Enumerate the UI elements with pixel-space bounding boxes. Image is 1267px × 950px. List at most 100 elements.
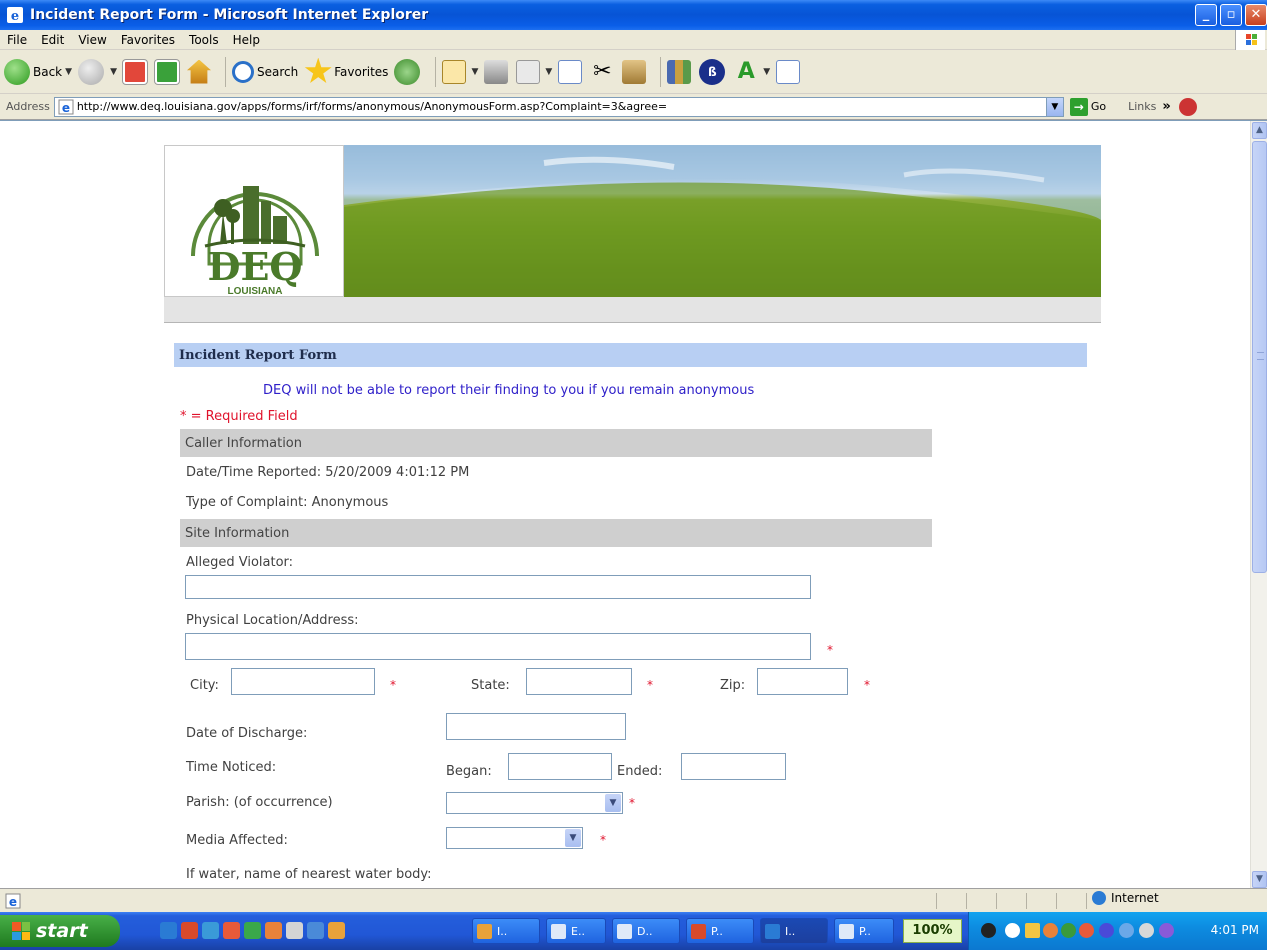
menu-tools[interactable]: Tools: [182, 33, 226, 47]
minimize-button[interactable]: _: [1195, 4, 1217, 26]
go-arrow-icon: →: [1069, 97, 1088, 116]
refresh-button[interactable]: [154, 59, 181, 84]
home-button[interactable]: [186, 59, 213, 84]
state-input[interactable]: [526, 668, 632, 695]
paste-button[interactable]: [622, 59, 648, 84]
tray-app-icon[interactable]: [1061, 923, 1076, 938]
tray-app-icon[interactable]: [1043, 923, 1058, 938]
cut-button[interactable]: ✂: [590, 58, 616, 84]
search-tray-icon[interactable]: [1099, 923, 1114, 938]
quicklaunch-ie-icon[interactable]: [160, 922, 177, 939]
required-star: *: [864, 678, 870, 692]
edit-button[interactable]: ▼: [516, 59, 552, 84]
tray-app-icon[interactable]: [1139, 923, 1154, 938]
menu-favorites[interactable]: Favorites: [114, 33, 182, 47]
clock[interactable]: 4:01 PM: [1211, 923, 1259, 937]
alleged-violator-input[interactable]: [185, 575, 811, 599]
back-dropdown-icon[interactable]: ▼: [65, 67, 72, 77]
volume-icon[interactable]: [1159, 923, 1174, 938]
vertical-scrollbar[interactable]: ▲ ▼: [1250, 121, 1267, 888]
began-label: Began:: [446, 764, 492, 779]
status-divider: [996, 893, 997, 909]
messenger-button[interactable]: [776, 59, 802, 84]
menu-bar: File Edit View Favorites Tools Help: [0, 30, 1267, 50]
taskbar-button[interactable]: P..: [834, 918, 894, 944]
parish-select[interactable]: ▼: [446, 792, 623, 814]
back-label: Back: [33, 64, 63, 79]
scroll-thumb[interactable]: [1252, 141, 1267, 573]
address-dropdown-icon[interactable]: ▼: [1045, 97, 1063, 116]
quicklaunch-app-icon[interactable]: [286, 922, 303, 939]
media-affected-select[interactable]: ▼: [446, 827, 583, 849]
window-title-bar[interactable]: e Incident Report Form - Microsoft Inter…: [0, 0, 1267, 30]
start-button[interactable]: start: [0, 915, 120, 947]
quicklaunch-app-icon[interactable]: [265, 922, 282, 939]
menu-view[interactable]: View: [71, 33, 113, 47]
svg-text:e: e: [9, 895, 17, 909]
favorites-button[interactable]: Favorites: [304, 57, 388, 86]
copy-icon: [558, 59, 583, 84]
quicklaunch-app-icon[interactable]: [202, 922, 219, 939]
search-icon: [231, 60, 254, 83]
history-button[interactable]: [394, 58, 423, 85]
chevron-down-icon[interactable]: ▼: [565, 829, 581, 847]
physical-location-input[interactable]: [185, 633, 811, 660]
mail-tray-icon[interactable]: [1025, 923, 1040, 938]
close-button[interactable]: ✕: [1245, 4, 1267, 26]
forward-dropdown-icon[interactable]: ▼: [110, 67, 117, 77]
menu-edit[interactable]: Edit: [34, 33, 71, 47]
print-button[interactable]: [484, 59, 510, 84]
forward-button[interactable]: ▼: [78, 58, 117, 85]
taskbar-button-label: P..: [711, 924, 723, 938]
toolbar-separator: [660, 56, 662, 87]
quicklaunch-app-icon[interactable]: [328, 922, 345, 939]
zoom-level[interactable]: 100%: [903, 919, 962, 943]
quicklaunch-app-icon[interactable]: [223, 922, 240, 939]
time-began-input[interactable]: [508, 753, 612, 780]
font-dropdown-icon[interactable]: ▼: [763, 67, 770, 77]
chevron-down-icon[interactable]: ▼: [605, 794, 621, 812]
network-icon[interactable]: [1119, 923, 1134, 938]
bluetooth-button[interactable]: ß: [699, 58, 728, 85]
copy-button[interactable]: [558, 59, 584, 84]
taskbar-button[interactable]: E..: [546, 918, 606, 944]
city-input[interactable]: [231, 668, 375, 695]
quicklaunch-app-icon[interactable]: [244, 922, 261, 939]
scroll-up-icon[interactable]: ▲: [1252, 122, 1267, 139]
tray-app-icon[interactable]: [1079, 923, 1094, 938]
translate-icon[interactable]: [1178, 97, 1197, 116]
back-button[interactable]: Back ▼: [4, 58, 72, 85]
scissors-icon: ✂: [593, 58, 612, 84]
form-header: Incident Report Form: [174, 343, 1087, 367]
go-button[interactable]: → Go: [1069, 97, 1106, 116]
taskbar-button[interactable]: I..: [472, 918, 540, 944]
taskbar-button[interactable]: P..: [686, 918, 754, 944]
power-icon[interactable]: [981, 923, 996, 938]
deq-logo[interactable]: DEQ LOUISIANA: [164, 145, 344, 297]
mail-button[interactable]: ▼: [442, 59, 478, 84]
print-icon: [484, 59, 509, 84]
back-tray-icon[interactable]: [1005, 923, 1020, 938]
restore-button[interactable]: ▫: [1220, 4, 1242, 26]
stop-button[interactable]: [122, 59, 149, 84]
research-button[interactable]: [667, 59, 693, 84]
font-button[interactable]: A ▼: [734, 59, 770, 84]
menu-file[interactable]: File: [0, 33, 34, 47]
taskbar-button-active[interactable]: I..: [760, 918, 828, 944]
site-information-section: Site Information: [180, 519, 932, 547]
links-button[interactable]: Links: [1128, 100, 1156, 113]
search-button[interactable]: Search: [231, 60, 298, 83]
scroll-down-icon[interactable]: ▼: [1252, 871, 1267, 888]
quicklaunch-app-icon[interactable]: [307, 922, 324, 939]
address-input[interactable]: e http://www.deq.louisiana.gov/apps/form…: [53, 96, 1064, 117]
time-ended-input[interactable]: [681, 753, 786, 780]
quicklaunch-app-icon[interactable]: [181, 922, 198, 939]
edit-dropdown-icon[interactable]: ▼: [545, 67, 552, 77]
links-chevron-icon[interactable]: »: [1162, 99, 1170, 114]
zip-input[interactable]: [757, 668, 848, 695]
security-zone[interactable]: Internet: [1092, 891, 1159, 905]
mail-dropdown-icon[interactable]: ▼: [471, 67, 478, 77]
date-of-discharge-input[interactable]: [446, 713, 626, 740]
menu-help[interactable]: Help: [226, 33, 267, 47]
taskbar-button[interactable]: D..: [612, 918, 680, 944]
